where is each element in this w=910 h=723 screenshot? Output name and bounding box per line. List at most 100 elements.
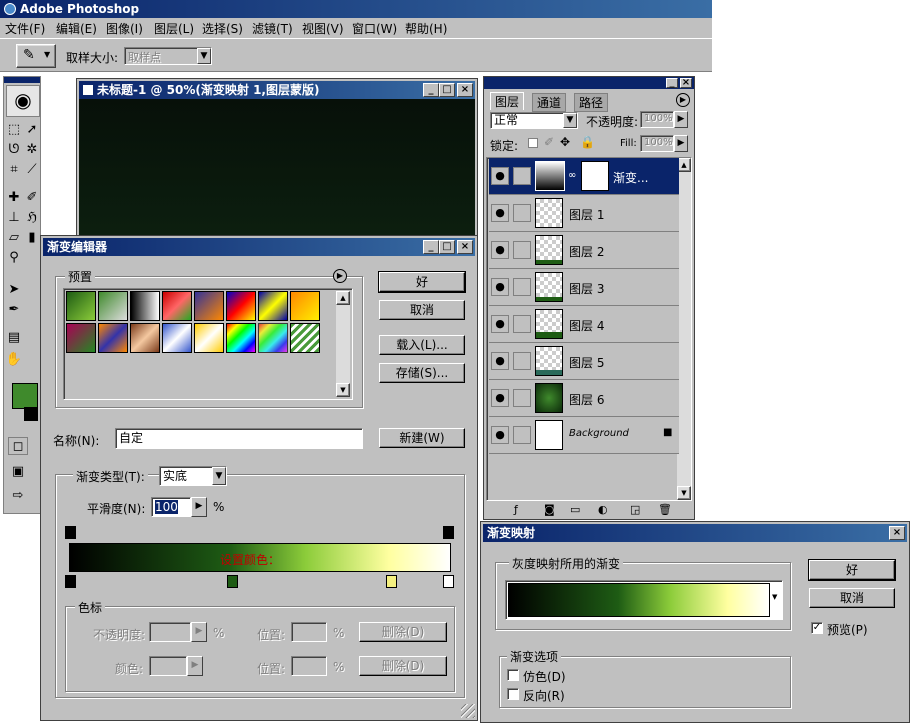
menu-view[interactable]: 视图(V) [302, 20, 344, 37]
color-stop[interactable] [227, 575, 238, 588]
scroll-up-icon[interactable]: ▲ [677, 158, 691, 172]
menu-filter[interactable]: 滤镜(T) [252, 20, 293, 37]
lock-all-icon[interactable]: 🔒 [580, 135, 595, 149]
link-icon[interactable] [513, 352, 531, 370]
lock-position-icon[interactable]: ✥ [560, 135, 570, 149]
close-icon[interactable]: × [680, 78, 692, 88]
maximize-icon[interactable]: □ [439, 240, 455, 254]
tab-layers[interactable]: 图层 [490, 92, 525, 110]
new-button[interactable]: 新建(W) [379, 428, 465, 448]
jump-to-imageready-icon[interactable]: ⇨ [8, 487, 28, 505]
healing-brush-tool-icon[interactable]: ✚ [4, 189, 24, 207]
presets-scrollbar[interactable]: ▲ ▼ [336, 291, 350, 397]
layer-row[interactable]: ● 图层 1 [489, 195, 679, 232]
reverse-checkbox[interactable] [507, 688, 519, 700]
ok-button[interactable]: 好 [808, 559, 896, 581]
preset-swatch[interactable] [290, 291, 320, 321]
chain-link-icon[interactable]: ∞ [568, 170, 576, 181]
eye-icon[interactable]: ● [491, 167, 509, 185]
eye-icon[interactable]: ● [491, 241, 509, 259]
cancel-button[interactable]: 取消 [379, 300, 465, 320]
lock-transparency-icon[interactable] [528, 138, 538, 148]
menu-window[interactable]: 窗口(W) [352, 20, 397, 37]
layer-row-background[interactable]: ● Background ■ [489, 417, 679, 454]
notes-tool-icon[interactable]: ▤ [4, 329, 24, 347]
preset-swatch[interactable] [66, 323, 96, 353]
layer-row[interactable]: ● 图层 2 [489, 232, 679, 269]
crop-tool-icon[interactable]: ⌗ [4, 161, 24, 179]
ok-button[interactable]: 好 [378, 271, 466, 293]
preset-swatch[interactable] [258, 291, 288, 321]
move-tool-icon[interactable]: ➚ [22, 121, 42, 139]
scroll-down-icon[interactable]: ▼ [677, 486, 691, 500]
preset-swatch[interactable] [130, 291, 160, 321]
foreground-color-swatch[interactable] [12, 383, 38, 409]
gradient-tool-icon[interactable]: ▮ [22, 229, 42, 247]
palette-menu-icon[interactable]: ▶ [676, 93, 690, 107]
menu-select[interactable]: 选择(S) [202, 20, 243, 37]
layer-style-icon[interactable]: ƒ [514, 503, 518, 516]
sample-size-select[interactable]: 取样点 ▼ [124, 47, 212, 65]
preset-swatch[interactable] [66, 291, 96, 321]
scroll-up-icon[interactable]: ▲ [336, 291, 350, 305]
preset-swatch[interactable] [258, 323, 288, 353]
link-icon[interactable] [513, 389, 531, 407]
canvas[interactable] [79, 99, 475, 239]
smoothness-field[interactable]: 100 [151, 497, 191, 517]
layers-scrollbar[interactable]: ▲ ▼ [677, 158, 691, 500]
save-button[interactable]: 存储(S)... [379, 363, 465, 383]
hand-tool-icon[interactable]: ✋ [4, 351, 24, 369]
chevron-down-icon[interactable]: ▼ [772, 593, 777, 601]
eye-icon[interactable]: ● [491, 389, 509, 407]
smoothness-slider-icon[interactable]: ▶ [191, 497, 207, 517]
link-icon[interactable] [513, 204, 531, 222]
menu-help[interactable]: 帮助(H) [405, 20, 447, 37]
opacity-stop[interactable] [443, 526, 454, 539]
adjustment-layer-icon[interactable]: ◐ [598, 503, 608, 516]
slice-tool-icon[interactable]: ⟋ [22, 161, 42, 179]
preset-swatch[interactable] [130, 323, 160, 353]
layer-row[interactable]: ● 图层 4 [489, 306, 679, 343]
trash-icon[interactable]: 🗑 [658, 503, 672, 516]
stamp-tool-icon[interactable]: ⊥ [4, 209, 24, 227]
gradient-map-picker[interactable]: ▼ [505, 580, 783, 620]
cancel-button[interactable]: 取消 [809, 588, 895, 608]
layer-row-gradient-map[interactable]: ● ∞ 渐变... [489, 158, 679, 195]
preset-swatch[interactable] [98, 323, 128, 353]
resize-grip-icon[interactable] [461, 704, 475, 718]
preset-swatch[interactable] [290, 323, 320, 353]
brush-tool-icon[interactable]: ✐ [22, 189, 42, 207]
preset-swatch[interactable] [226, 291, 256, 321]
menu-image[interactable]: 图像(I) [106, 20, 143, 37]
preset-swatch[interactable] [226, 323, 256, 353]
history-brush-tool-icon[interactable]: ℌ [22, 209, 42, 227]
minimize-icon[interactable]: _ [423, 240, 439, 254]
menu-edit[interactable]: 编辑(E) [56, 20, 97, 37]
new-layer-icon[interactable]: ◲ [630, 503, 640, 516]
layer-opacity-slider-icon[interactable]: ▶ [674, 111, 688, 128]
link-icon[interactable] [513, 426, 531, 444]
fill-slider-icon[interactable]: ▶ [674, 135, 688, 152]
blend-mode-select[interactable]: 正常 ▼ [490, 112, 578, 129]
gradient-bar[interactable]: 设置颜色： [69, 543, 451, 572]
eye-icon[interactable]: ● [491, 278, 509, 296]
preview-checkbox[interactable]: ✓ [811, 622, 823, 634]
layer-row[interactable]: ● 图层 5 [489, 343, 679, 380]
opacity-stop[interactable] [65, 526, 76, 539]
preset-swatch[interactable] [194, 291, 224, 321]
gradient-map-preview[interactable] [508, 583, 770, 617]
color-stop[interactable] [386, 575, 397, 588]
eye-icon[interactable]: ● [491, 315, 509, 333]
lock-image-icon[interactable]: ✐ [544, 135, 554, 149]
layer-mask-icon[interactable]: ◙ [544, 503, 555, 516]
preset-swatch[interactable] [194, 323, 224, 353]
link-icon[interactable] [513, 241, 531, 259]
eraser-tool-icon[interactable]: ▱ [4, 229, 24, 247]
link-icon[interactable] [513, 278, 531, 296]
maximize-icon[interactable]: □ [439, 83, 455, 97]
tab-channels[interactable]: 通道 [532, 93, 567, 112]
quick-mask-icon[interactable]: ◻ [8, 437, 28, 455]
close-icon[interactable]: × [457, 240, 473, 254]
adjustment-icon[interactable] [513, 167, 531, 185]
minimize-icon[interactable]: _ [666, 78, 678, 88]
